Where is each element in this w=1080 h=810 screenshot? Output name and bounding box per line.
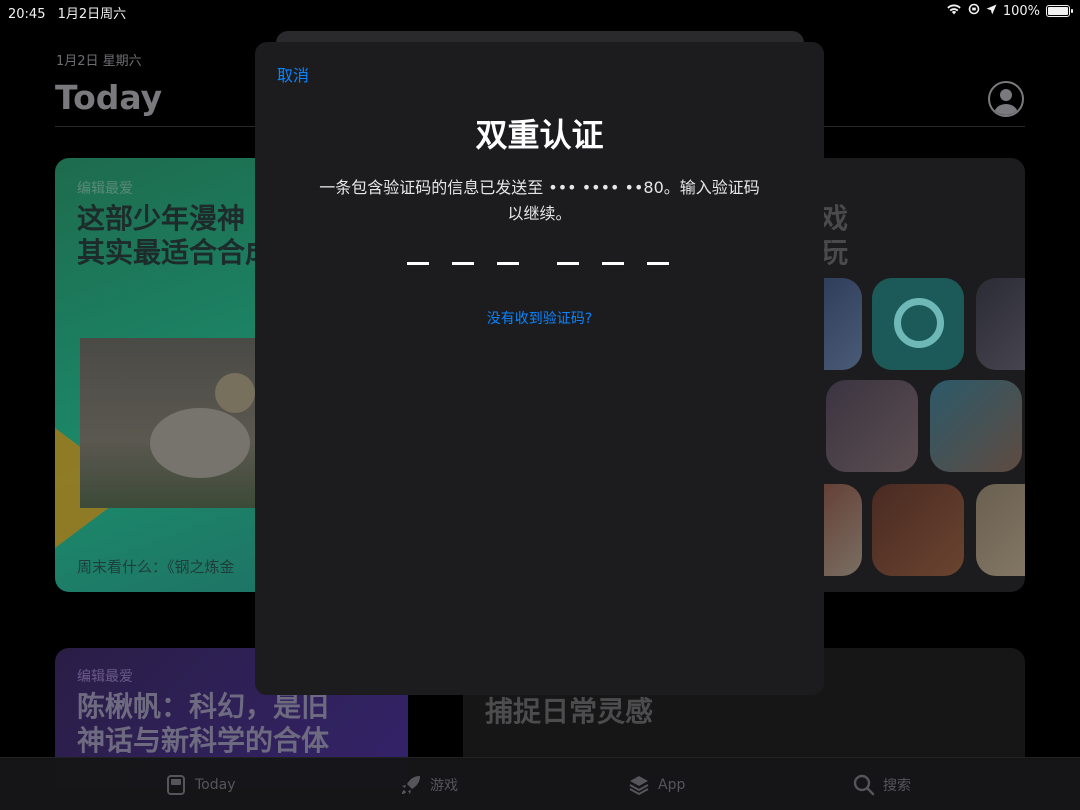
card-headline-line: 陈楸帆：科幻，是旧 — [77, 690, 330, 723]
app-icon — [872, 484, 964, 576]
card-footer: 周末看什么：《钢之炼金 — [77, 558, 235, 576]
rocket-icon — [400, 774, 422, 796]
app-icon — [976, 484, 1025, 576]
description-line: 一条包含验证码的信息已发送至 ••• •••• ••80。输入验证码 — [319, 178, 760, 197]
code-digit-slot[interactable] — [407, 262, 429, 265]
description-line: 以继续。 — [507, 204, 572, 223]
tab-label: 搜索 — [883, 778, 911, 794]
artwork-character — [215, 373, 255, 413]
sheet-title: 双重认证 — [475, 116, 604, 154]
status-bar: 20:45 1月2日周六 100% — [0, 0, 1080, 22]
battery-icon — [1046, 5, 1073, 17]
tab-games[interactable]: 游戏 — [400, 774, 458, 796]
wifi-icon — [946, 3, 962, 19]
status-time: 20:45 — [8, 7, 46, 22]
app-icon — [872, 278, 964, 370]
tab-label: App — [658, 777, 686, 793]
page-title: Today — [55, 78, 163, 117]
two-factor-sheet: 取消 双重认证 一条包含验证码的信息已发送至 ••• •••• ••80。输入验… — [255, 42, 824, 695]
sheet-description: 一条包含验证码的信息已发送至 ••• •••• ••80。输入验证码 以继续。 — [295, 175, 784, 227]
code-digit-slot[interactable] — [647, 262, 669, 265]
app-icon — [976, 278, 1025, 370]
card-headline: 捕捉日常灵感 — [485, 695, 654, 728]
today-date: 1月2日 星期六 — [56, 54, 142, 69]
tab-label: Today — [195, 777, 236, 793]
tab-search[interactable]: 搜索 — [853, 774, 911, 796]
card-headline-line: 戏 — [820, 202, 849, 235]
layers-icon — [628, 774, 650, 796]
card-headline: 戏 玩 — [820, 202, 848, 270]
tab-bar: Today 游戏 App 搜索 — [0, 757, 1080, 810]
search-icon — [853, 774, 875, 796]
code-digit-slot[interactable] — [557, 262, 579, 265]
resend-code-link[interactable]: 没有收到验证码? — [255, 308, 824, 328]
location-icon — [986, 4, 997, 19]
artwork-dog — [150, 408, 250, 478]
tab-label: 游戏 — [430, 778, 458, 794]
code-group-gap — [542, 260, 557, 265]
card-tag: 编辑最爱 — [77, 181, 133, 197]
code-digit-slot[interactable] — [452, 262, 474, 265]
card-headline-line: 玩 — [820, 236, 849, 269]
account-avatar-icon[interactable] — [988, 81, 1024, 117]
verification-code-input[interactable] — [407, 260, 692, 265]
orientation-lock-icon — [968, 3, 980, 19]
battery-percent: 100% — [1002, 3, 1040, 19]
app-icon — [826, 380, 918, 472]
tab-apps[interactable]: App — [628, 774, 685, 796]
code-digit-slot[interactable] — [497, 262, 519, 265]
tab-today[interactable]: Today — [165, 774, 236, 796]
app-icon — [930, 380, 1022, 472]
today-icon — [165, 774, 187, 796]
card-headline-line: 神话与新科学的合体 — [77, 724, 330, 757]
cancel-button[interactable]: 取消 — [277, 62, 309, 86]
status-date: 1月2日周六 — [57, 7, 127, 22]
card-headline: 陈楸帆：科幻，是旧 神话与新科学的合体 — [77, 690, 329, 758]
card-tag: 编辑最爱 — [77, 669, 133, 685]
code-digit-slot[interactable] — [602, 262, 624, 265]
